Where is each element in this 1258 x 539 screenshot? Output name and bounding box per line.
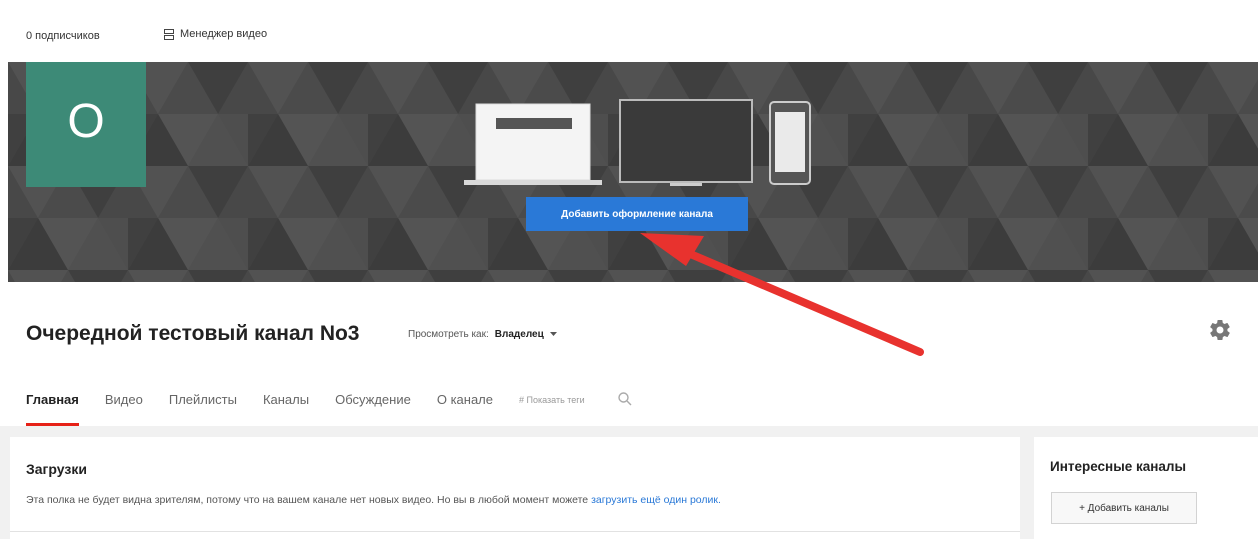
grid-icon [164,28,174,40]
video-manager-label: Менеджер видео [180,28,268,40]
top-bar: 0 подписчиков Менеджер видео [0,0,1258,62]
tab-playlists[interactable]: Плейлисты [169,392,237,426]
caret-down-icon [549,332,557,336]
featured-channels-title: Интересные каналы [1050,459,1187,474]
add-channels-button[interactable]: + Добавить каналы [1051,492,1197,524]
uploads-shelf: Загрузки Эта полка не будет видна зрител… [10,437,1020,539]
channel-tabs: Главная Видео Плейлисты Каналы Обсуждени… [26,392,633,426]
channel-avatar[interactable]: О [26,62,146,187]
upload-another-link[interactable]: загрузить ещё один ролик. [591,494,721,506]
featured-channels-card: Интересные каналы + Добавить каналы [1034,437,1258,539]
tab-videos[interactable]: Видео [105,392,143,426]
divider [10,531,1020,532]
view-as-value: Владелец [494,329,544,340]
video-manager-link[interactable]: Менеджер видео [164,28,267,40]
show-tags-link[interactable]: # Показать теги [519,392,585,426]
uploads-message: Эта полка не будет видна зрителям, потом… [26,494,721,506]
banner-pattern [8,62,1258,282]
uploads-title: Загрузки [26,461,87,477]
tab-home[interactable]: Главная [26,392,79,426]
add-channel-art-button[interactable]: Добавить оформление канала [526,197,748,231]
subscriber-count: 0 подписчиков [26,30,100,42]
tab-channels[interactable]: Каналы [263,392,309,426]
gear-icon[interactable] [1208,318,1232,342]
tab-discussion[interactable]: Обсуждение [335,392,411,426]
channel-title: Очередной тестовый канал No3 [26,322,360,345]
view-as-selector[interactable]: Просмотреть как: Владелец [408,329,557,340]
channel-banner: О Добавить оформление канала [8,62,1258,282]
view-as-label: Просмотреть как: [408,329,489,340]
tab-about[interactable]: О канале [437,392,493,426]
search-icon[interactable] [617,391,633,407]
